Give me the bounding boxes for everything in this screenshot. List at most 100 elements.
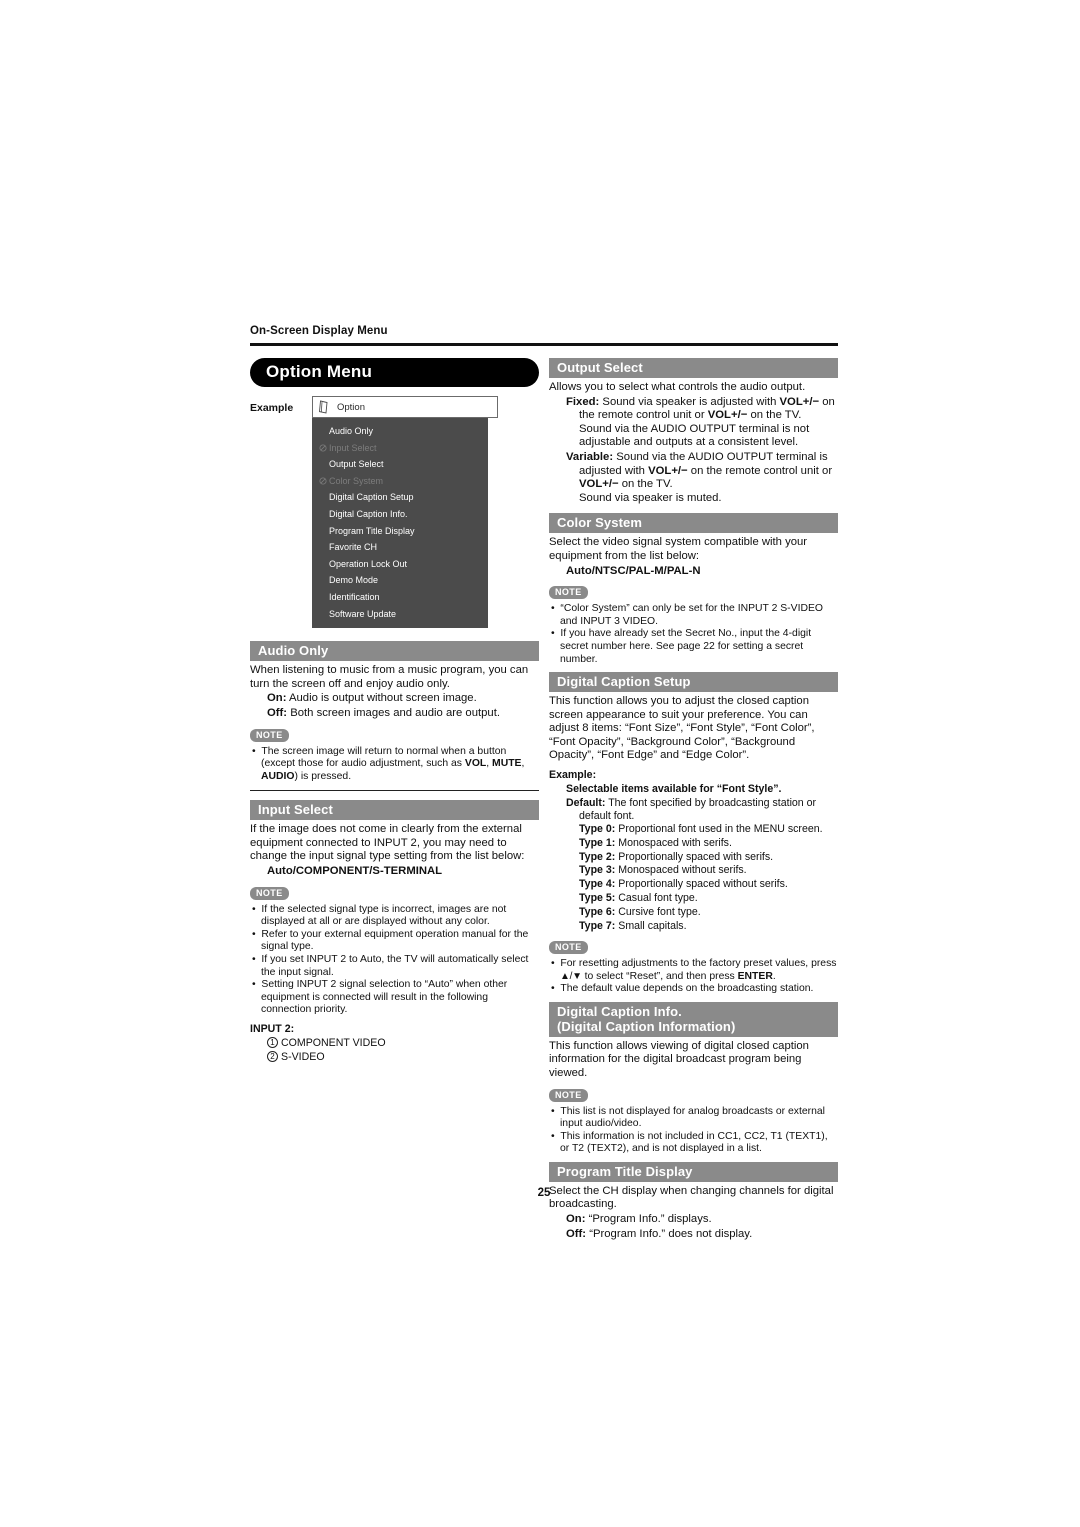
mute-key: MUTE [492, 758, 522, 770]
section-header-color-system: Color System [549, 513, 838, 534]
dcs-example-label: Example: [549, 769, 597, 782]
style-desc: Small capitals. [615, 920, 687, 933]
style-desc: Monospaced with serifs. [615, 836, 732, 849]
prohibited-icon [319, 444, 327, 452]
osd-item-audio-only[interactable]: Audio Only [312, 423, 488, 440]
plus-minus: +/− [802, 395, 820, 408]
style-name: Type 0: [579, 822, 616, 835]
note-badge: NOTE [549, 940, 588, 954]
vol-key: VOL [779, 395, 803, 408]
font-style-type-7: Type 7: Small capitals. [549, 920, 838, 933]
osd-title-label: Option [337, 401, 365, 413]
on-text: Audio is output without screen image. [286, 692, 477, 705]
note-item: Refer to your external equipment operati… [250, 929, 539, 954]
sep: , [521, 758, 525, 770]
style-name: Type 6: [579, 906, 616, 919]
circled-number: 2 [267, 1050, 278, 1062]
digital-caption-setup-notes: For resetting adjustments to the factory… [549, 958, 838, 996]
vol-key: VOL [579, 478, 603, 491]
note-text: to select “Reset”, and then press [581, 970, 738, 982]
note-badge: NOTE [549, 1088, 588, 1102]
output-select-fixed-2: Sound via the AUDIO OUTPUT terminal is n… [579, 422, 810, 449]
ptd-off: Off: “Program Info.” does not display. [549, 1228, 838, 1242]
right-column: Output Select Allows you to select what … [549, 358, 838, 1242]
osd-item-favorite-ch[interactable]: Favorite CH [312, 539, 488, 556]
on-text: “Program Info.” displays. [585, 1213, 712, 1226]
style-desc: Monospaced without serifs. [615, 864, 747, 877]
digital-caption-setup-body: This function allows you to adjust the c… [549, 695, 815, 762]
text: Sound via speaker is adjusted with [599, 395, 780, 408]
section-header-digital-caption-info: Digital Caption Info. (Digital Caption In… [549, 1001, 838, 1037]
dcs-example-sub: Selectable items available for “Font Sty… [566, 782, 782, 795]
plus-minus: +/− [730, 409, 748, 422]
off-text: “Program Info.” does not display. [586, 1227, 753, 1240]
font-style-type-0: Type 0: Proportional font used in the ME… [549, 823, 838, 836]
priority-item-1: 1 COMPONENT VIDEO [250, 1036, 539, 1050]
left-column: Option Menu Example Option Audio Only In… [250, 358, 539, 1065]
header-rule [250, 343, 838, 346]
note-item: For resetting adjustments to the factory… [549, 958, 838, 983]
font-style-type-2: Type 2: Proportionally spaced with serif… [549, 851, 838, 864]
digital-caption-info-notes: This list is not displayed for analog br… [549, 1106, 838, 1156]
priority-label: COMPONENT VIDEO [281, 1036, 386, 1049]
page-title: Option Menu [250, 358, 539, 387]
style-name: Type 4: [579, 878, 616, 891]
example-figure: Example Option Audio Only Input Select O… [250, 396, 539, 629]
enter-key: ENTER [737, 970, 773, 982]
osd-item-identification[interactable]: Identification [312, 589, 488, 606]
style-name: Type 7: [579, 920, 616, 933]
note-item: The default value depends on the broadca… [549, 983, 838, 996]
input-select-notes: If the selected signal type is incorrect… [250, 904, 539, 1017]
note-item: “Color System” can only be set for the I… [549, 603, 838, 628]
heading-line-2: (Digital Caption Information) [557, 1018, 736, 1034]
font-style-type-1: Type 1: Monospaced with serifs. [549, 837, 838, 850]
note-item: Setting INPUT 2 signal selection to “Aut… [250, 979, 539, 1017]
style-desc: Proportionally spaced without serifs. [615, 878, 788, 891]
two-column-body: Option Menu Example Option Audio Only In… [250, 358, 838, 1242]
audio-only-off: Off: Both screen images and audio are ou… [250, 707, 539, 721]
off-text: Both screen images and audio are output. [287, 706, 500, 719]
input-select-options: Auto/COMPONENT/S-TERMINAL [267, 865, 443, 878]
audio-only-on: On: Audio is output without screen image… [250, 692, 539, 706]
off-label: Off: [566, 1227, 587, 1240]
osd-mock: Option Audio Only Input Select Output Se… [312, 396, 498, 629]
on-label: On: [267, 692, 287, 705]
section-header-program-title-display: Program Title Display [549, 1161, 838, 1182]
input2-label: INPUT 2: [250, 1023, 295, 1035]
style-desc: The font specified by broadcasting stati… [579, 796, 817, 822]
audio-only-notes: The screen image will return to normal w… [250, 746, 539, 784]
note-item: If you set INPUT 2 to Auto, the TV will … [250, 954, 539, 979]
osd-item-operation-lock-out[interactable]: Operation Lock Out [312, 556, 488, 573]
style-name: Type 5: [579, 892, 616, 905]
style-name: Type 2: [579, 850, 616, 863]
example-label: Example [250, 402, 294, 414]
osd-item-output-select[interactable]: Output Select [312, 456, 488, 473]
output-select-variable-2: Sound via speaker is muted. [579, 491, 722, 504]
color-system-notes: “Color System” can only be set for the I… [549, 603, 838, 666]
ptd-on: On: “Program Info.” displays. [549, 1213, 838, 1227]
card-icon [319, 400, 328, 414]
osd-item-program-title-display[interactable]: Program Title Display [312, 523, 488, 540]
style-name: Type 3: [579, 864, 616, 877]
style-desc: Cursive font type. [615, 906, 701, 919]
font-style-type-5: Type 5: Casual font type. [549, 892, 838, 905]
note-item: If the selected signal type is incorrect… [250, 904, 539, 929]
section-header-output-select: Output Select [549, 358, 838, 378]
osd-menu-list: Audio Only Input Select Output Select Co… [312, 418, 488, 629]
text: on the remote control unit or [687, 464, 833, 477]
osd-item-demo-mode[interactable]: Demo Mode [312, 572, 488, 589]
plus-minus: +/− [671, 464, 688, 477]
osd-title-bar: Option [312, 396, 498, 418]
osd-item-digital-caption-info[interactable]: Digital Caption Info. [312, 506, 488, 523]
osd-item-label: Color System [329, 475, 384, 486]
color-system-body: Select the video signal system compatibl… [549, 536, 808, 562]
note-badge: NOTE [250, 728, 289, 742]
note-text-end: ) is pressed. [294, 770, 352, 782]
text: on the TV. [747, 409, 802, 422]
vol-key: VOL [648, 464, 672, 477]
osd-item-digital-caption-setup[interactable]: Digital Caption Setup [312, 489, 488, 506]
audio-key: AUDIO [261, 770, 295, 782]
osd-item-software-update[interactable]: Software Update [312, 606, 488, 623]
digital-caption-info-body: This function allows viewing of digital … [549, 1039, 809, 1079]
priority-item-2: 2 S-VIDEO [250, 1050, 539, 1064]
